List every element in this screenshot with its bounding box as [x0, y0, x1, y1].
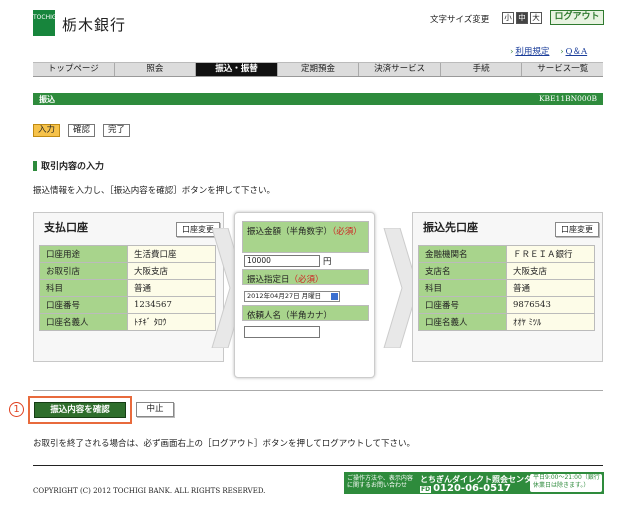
- top-links: › 利用規定 › Q＆A: [510, 45, 587, 57]
- nav-top[interactable]: トップページ: [33, 63, 114, 76]
- row-value: 大阪支店: [127, 262, 216, 280]
- date-label: 振込指定日（必須）: [242, 269, 369, 285]
- chevron-right-icon: ›: [560, 47, 564, 57]
- nav-payment-services[interactable]: 決済サービス: [358, 63, 440, 76]
- faq-link[interactable]: Q＆A: [566, 47, 588, 57]
- table-row: 口座名義人 ｵｵﾔ ﾐﾂﾙ: [418, 313, 595, 331]
- cancel-button[interactable]: 中止: [136, 402, 174, 417]
- row-key: 支店名: [418, 262, 507, 280]
- step-input: 入力: [33, 124, 61, 137]
- logo-text: TOCHIGI: [33, 14, 59, 21]
- nav-service-list[interactable]: サービス一覧: [521, 63, 603, 76]
- table-row: お取引店 大阪支店: [39, 262, 216, 280]
- divider: [33, 390, 603, 391]
- table-row: 口座用途 生活費口座: [39, 245, 216, 263]
- amount-unit: 円: [323, 257, 332, 267]
- instruction-text: 振込情報を入力し、［振込内容を確認］ボタンを押して下さい。: [33, 186, 275, 196]
- footer-divider: [33, 465, 603, 466]
- font-size-label: 文字サイズ変更: [430, 15, 490, 25]
- copyright: COPYRIGHT (C) 2012 TOCHIGI BANK. ALL RIG…: [33, 487, 266, 495]
- row-value: 大阪支店: [506, 262, 595, 280]
- required-mark: （必須）: [332, 227, 362, 237]
- nav-transfer[interactable]: 振込・振替: [195, 63, 277, 76]
- row-value: ｵｵﾔ ﾐﾂﾙ: [506, 313, 595, 331]
- from-account-title: 支払口座: [44, 221, 88, 234]
- logout-button[interactable]: ログアウト: [550, 10, 604, 25]
- row-key: お取引店: [39, 262, 128, 280]
- amount-label: 振込金額（半角数字）（必須）: [242, 221, 369, 253]
- to-account-change-button[interactable]: 口座変更: [555, 222, 599, 237]
- bank-name: 栃木銀行: [62, 16, 127, 34]
- font-size-large-button[interactable]: 大: [530, 12, 542, 24]
- nav-procedures[interactable]: 手続: [439, 63, 522, 76]
- banner-hours: 平日9:00〜21:00（銀行休業日は除きます。）: [530, 474, 602, 492]
- bank-logo: TOCHIGI: [33, 10, 59, 36]
- row-key: 口座番号: [39, 296, 128, 314]
- confirm-transfer-button[interactable]: 振込内容を確認: [34, 402, 126, 418]
- row-value: 普通: [506, 279, 595, 297]
- terms-link[interactable]: 利用規定: [515, 47, 549, 57]
- row-value: ＦＲＥＩＡ銀行: [506, 245, 595, 263]
- table-row: 支店名 大阪支店: [418, 262, 595, 280]
- row-key: 科目: [418, 279, 507, 297]
- table-row: 口座名義人 ﾄﾁｷﾞ ﾀﾛｳ: [39, 313, 216, 331]
- row-key: 口座名義人: [418, 313, 507, 331]
- free-dial-icon: FD: [420, 486, 432, 493]
- font-size-medium-button[interactable]: 中: [516, 12, 528, 24]
- to-account-title: 振込先口座: [423, 221, 478, 234]
- nav-inquiry[interactable]: 照会: [113, 63, 196, 76]
- transfer-form-panel: 振込金額（半角数字）（必須） 10000 円 振込指定日（必須） 2012年04…: [234, 212, 375, 378]
- table-row: 科目 普通: [418, 279, 595, 297]
- row-key: 口座用途: [39, 245, 128, 263]
- contact-banner[interactable]: ご操作方法や、表示内容に関するお問い合わせ とちぎんダイレクト照会センター FD…: [344, 472, 604, 494]
- chevron-right-icon: ›: [510, 47, 514, 57]
- screen-code: KBE11BN000B: [538, 94, 597, 103]
- from-account-table: 口座用途 生活費口座 お取引店 大阪支店 科目 普通 口座番号 1234567 口座名義…: [39, 245, 216, 331]
- date-select-value: 2012年04月27日 月曜日: [247, 292, 322, 300]
- table-row: 口座番号 9876543: [418, 296, 595, 314]
- amount-label-text: 振込金額（半角数字）: [247, 227, 333, 237]
- banner-phone: FD 0120-06-0517: [420, 483, 511, 494]
- nav-time-deposit[interactable]: 定期預金: [276, 63, 359, 76]
- logout-notice: お取引を終了される場合は、必ず画面右上の［ログアウト］ボタンを押してログアウトし…: [33, 439, 415, 449]
- row-value: 1234567: [127, 296, 216, 314]
- row-key: 口座番号: [418, 296, 507, 314]
- section-heading: 取引内容の入力: [33, 159, 104, 172]
- step-number-marker: 1: [9, 402, 24, 417]
- to-account-panel: 振込先口座 口座変更 金融機関名 ＦＲＥＩＡ銀行 支店名 大阪支店 科目 普通 口座番…: [412, 212, 603, 362]
- from-account-panel: 支払口座 口座変更 口座用途 生活費口座 お取引店 大阪支店 科目 普通 口座番号 12…: [33, 212, 224, 362]
- main-nav: トップページ 照会 振込・振替 定期預金 決済サービス 手続 サービス一覧: [33, 62, 603, 77]
- row-value: 普通: [127, 279, 216, 297]
- page-title-bar: 振込 KBE11BN000B: [33, 93, 603, 105]
- table-row: 口座番号 1234567: [39, 296, 216, 314]
- section-title: 取引内容の入力: [41, 162, 105, 172]
- row-key: 口座名義人: [39, 313, 128, 331]
- row-value: ﾄﾁｷﾞ ﾀﾛｳ: [127, 313, 216, 331]
- page-title: 振込: [39, 94, 55, 104]
- confirm-button-highlight: 振込内容を確認: [28, 396, 132, 424]
- amount-input[interactable]: 10000: [244, 255, 320, 267]
- row-key: 金融機関名: [418, 245, 507, 263]
- required-mark: （必須）: [289, 275, 324, 285]
- section-marker: [33, 160, 37, 171]
- table-row: 科目 普通: [39, 279, 216, 297]
- step-indicator: 入力 確認 完了: [33, 124, 138, 137]
- phone-number: 0120-06-0517: [433, 483, 511, 494]
- step-confirm: 確認: [68, 124, 96, 137]
- row-key: 科目: [39, 279, 128, 297]
- row-value: 9876543: [506, 296, 595, 314]
- to-account-table: 金融機関名 ＦＲＥＩＡ銀行 支店名 大阪支店 科目 普通 口座番号 9876543 口座…: [418, 245, 595, 331]
- font-size-small-button[interactable]: 小: [502, 12, 514, 24]
- banner-inquiry-text: ご操作方法や、表示内容に関するお問い合わせ: [347, 475, 413, 489]
- row-value: 生活費口座: [127, 245, 216, 263]
- requester-input[interactable]: [244, 326, 320, 338]
- table-row: 金融機関名 ＦＲＥＩＡ銀行: [418, 245, 595, 263]
- step-complete: 完了: [103, 124, 131, 137]
- date-select[interactable]: 2012年04月27日 月曜日: [244, 291, 340, 302]
- date-label-text: 振込指定日: [247, 275, 290, 285]
- chevron-down-icon: [331, 293, 338, 300]
- requester-label: 依頼人名（半角カナ）: [242, 305, 369, 321]
